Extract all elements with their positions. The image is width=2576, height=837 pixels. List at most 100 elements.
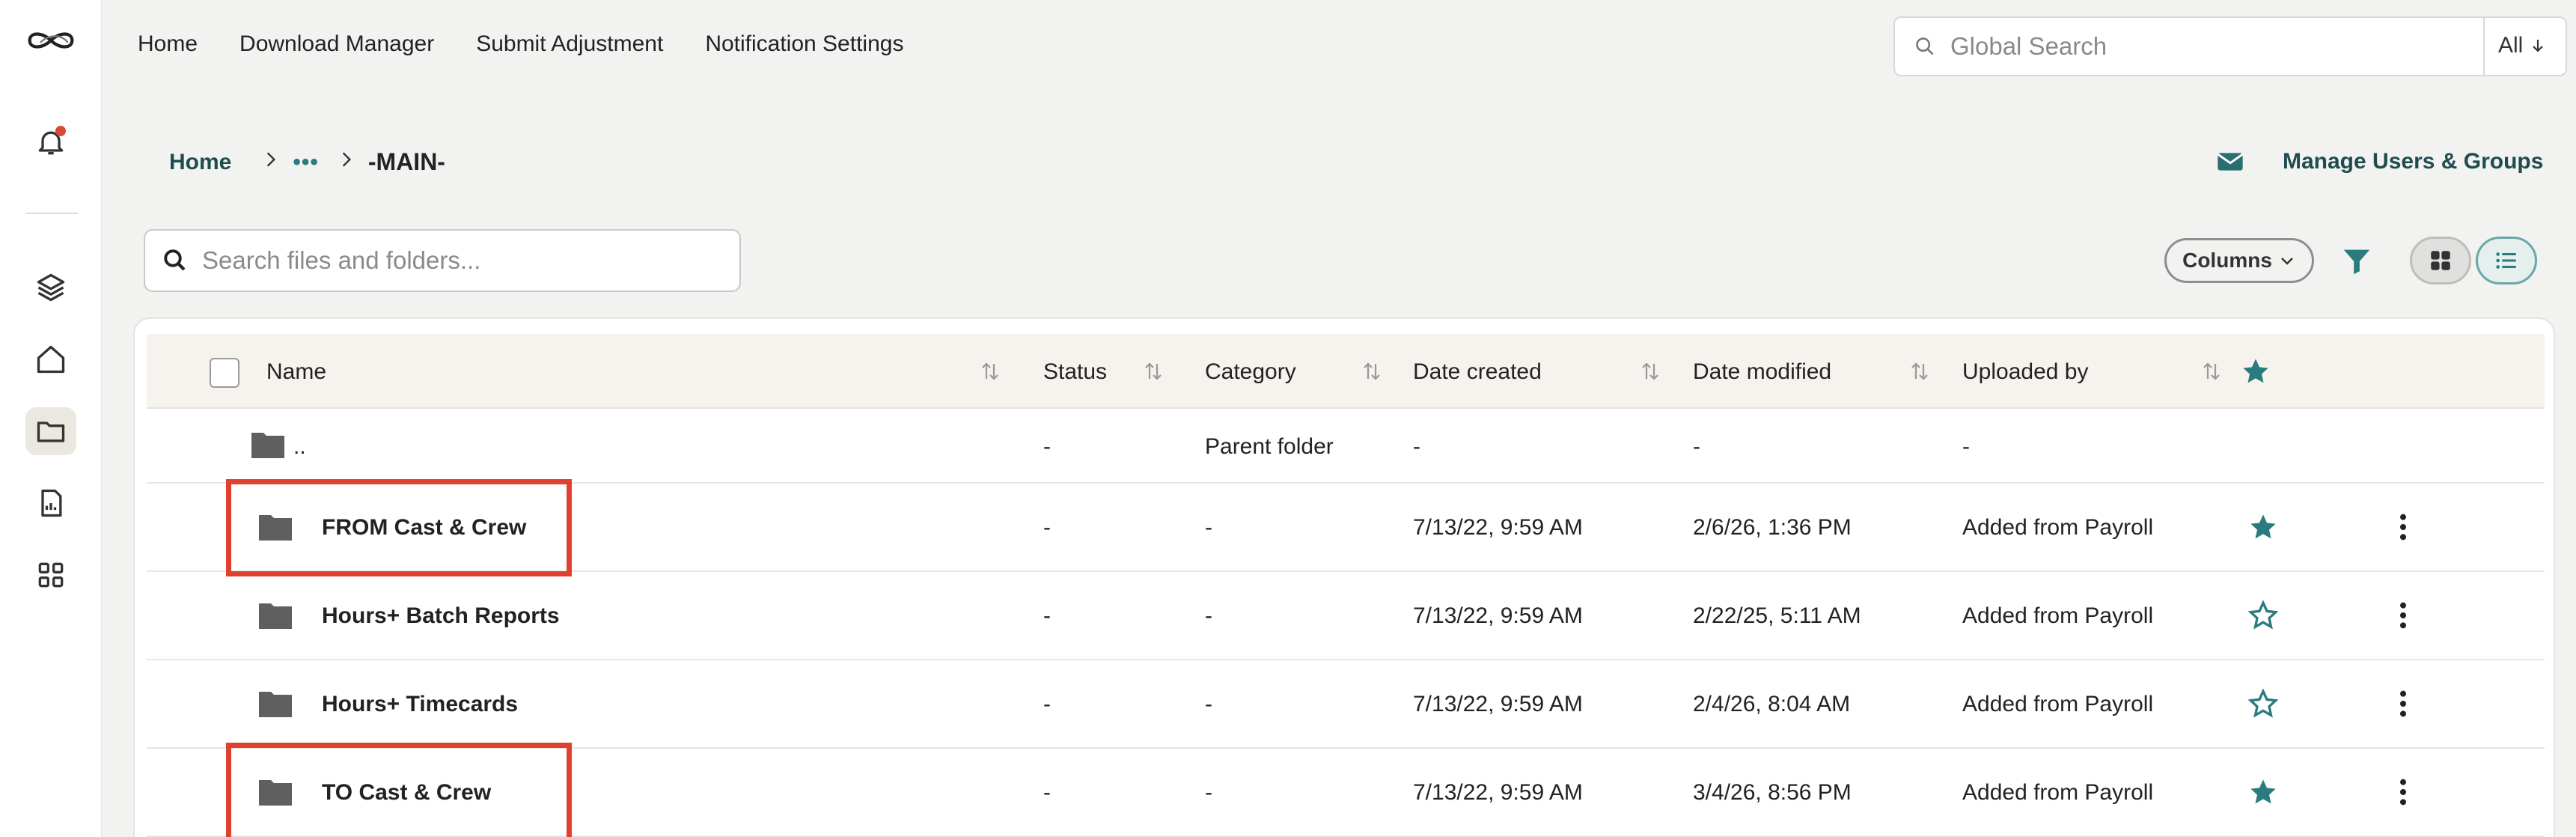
row-date-modified: 2/4/26, 8:04 AM	[1693, 692, 1851, 716]
breadcrumb-current: -MAIN-	[367, 148, 445, 175]
folder-icon	[251, 433, 284, 458]
star-filled-icon[interactable]	[2241, 356, 2271, 386]
sort-icon[interactable]	[1639, 359, 1661, 383]
column-header-category[interactable]: Category	[1205, 359, 1296, 385]
star-filled-icon[interactable]	[2248, 777, 2278, 807]
column-header-name[interactable]: Name	[266, 359, 326, 385]
apps-grid-icon[interactable]	[25, 551, 76, 599]
chevron-right-icon	[337, 150, 356, 175]
column-header-date-modified[interactable]: Date modified	[1693, 359, 1831, 385]
star-filled-icon[interactable]	[2248, 512, 2278, 542]
row-name[interactable]: Hours+ Timecards	[322, 692, 518, 717]
list-view-button[interactable]	[2476, 237, 2537, 284]
folder-icon	[259, 603, 292, 629]
row-date-created: 7/13/22, 9:59 AM	[1413, 692, 1583, 716]
row-date-created: 7/13/22, 9:59 AM	[1413, 780, 1583, 805]
row-status: -	[1043, 603, 1051, 628]
row-date-modified: -	[1693, 434, 1700, 459]
row-uploaded-by: Added from Payroll	[1962, 603, 2154, 628]
sort-icon[interactable]	[1908, 359, 1931, 383]
select-all-checkbox[interactable]	[210, 358, 239, 388]
search-icon	[164, 249, 186, 271]
table-row[interactable]: Hours+ Batch Reports - - 7/13/22, 9:59 A…	[147, 572, 2545, 660]
row-uploaded-by: Added from Payroll	[1962, 515, 2154, 540]
manage-users-link[interactable]: Manage Users & Groups	[2215, 147, 2543, 177]
row-category: -	[1205, 515, 1212, 540]
global-search-input[interactable]	[1950, 32, 2459, 61]
file-search	[144, 229, 741, 292]
row-uploaded-by: Added from Payroll	[1962, 780, 2154, 805]
breadcrumb-ellipsis[interactable]: •••	[293, 150, 319, 175]
more-options-icon[interactable]	[2398, 512, 2408, 542]
report-icon[interactable]	[25, 479, 76, 527]
global-search: All	[1893, 16, 2567, 76]
column-header-status[interactable]: Status	[1043, 359, 1107, 385]
search-icon	[1916, 37, 1934, 55]
row-uploaded-by: -	[1962, 434, 1970, 459]
column-header-uploaded-by[interactable]: Uploaded by	[1962, 359, 2088, 385]
list-icon	[2496, 252, 2516, 269]
search-scope-label: All	[2498, 33, 2524, 58]
folder-icon	[259, 692, 292, 717]
table-header: Name Status Category Date created Date m…	[147, 334, 2545, 409]
row-category: Parent folder	[1205, 434, 1334, 459]
chevron-down-icon	[2281, 258, 2293, 265]
sidebar	[0, 0, 102, 837]
table-row-parent[interactable]: .. - Parent folder - - -	[147, 409, 2545, 484]
row-date-modified: 3/4/26, 8:56 PM	[1693, 780, 1852, 805]
highlight-box	[226, 479, 572, 576]
row-status: -	[1043, 434, 1051, 459]
filter-icon[interactable]	[2340, 244, 2374, 279]
bell-icon[interactable]	[25, 118, 76, 166]
row-date-modified: 2/6/26, 1:36 PM	[1693, 515, 1852, 540]
nav-submit-adjustment[interactable]: Submit Adjustment	[476, 31, 663, 57]
sort-icon[interactable]	[1361, 359, 1383, 383]
layers-icon[interactable]	[25, 264, 76, 311]
grid-icon	[2431, 251, 2450, 270]
envelope-icon	[2217, 153, 2244, 171]
arrow-down-icon	[2533, 40, 2544, 52]
row-name: ..	[293, 434, 306, 459]
row-category: -	[1205, 780, 1212, 805]
columns-label: Columns	[2182, 249, 2272, 272]
search-separator	[2483, 18, 2485, 75]
nav-notification-settings[interactable]: Notification Settings	[705, 31, 903, 57]
home-icon[interactable]	[25, 335, 76, 383]
row-name[interactable]: Hours+ Batch Reports	[322, 603, 560, 629]
nav-download-manager[interactable]: Download Manager	[239, 31, 434, 57]
sort-icon[interactable]	[979, 359, 1001, 383]
star-outline-icon[interactable]	[2248, 689, 2278, 719]
search-scope-dropdown[interactable]: All	[2498, 33, 2547, 58]
sort-icon[interactable]	[1142, 359, 1165, 383]
column-header-date-created[interactable]: Date created	[1413, 359, 1542, 385]
table-row[interactable]: Hours+ Timecards - - 7/13/22, 9:59 AM 2/…	[147, 660, 2545, 749]
row-uploaded-by: Added from Payroll	[1962, 692, 2154, 716]
files-table: Name Status Category Date created Date m…	[133, 317, 2555, 837]
top-nav: Home Download Manager Submit Adjustment …	[138, 31, 903, 57]
manage-users-label: Manage Users & Groups	[2283, 149, 2544, 174]
breadcrumb-home[interactable]: Home	[169, 150, 231, 175]
sidebar-divider	[25, 213, 78, 214]
sort-icon[interactable]	[2200, 359, 2223, 383]
chevron-right-icon	[261, 150, 281, 175]
more-options-icon[interactable]	[2398, 600, 2408, 630]
columns-button[interactable]: Columns	[2164, 238, 2314, 283]
nav-home[interactable]: Home	[138, 31, 198, 57]
row-date-modified: 2/22/25, 5:11 AM	[1693, 603, 1861, 628]
row-status: -	[1043, 780, 1051, 805]
folder-nav-icon[interactable]	[25, 407, 76, 455]
file-search-input[interactable]	[202, 246, 726, 275]
breadcrumb: Home ••• -MAIN-	[169, 148, 445, 176]
row-status: -	[1043, 692, 1051, 716]
grid-view-button[interactable]	[2410, 237, 2471, 284]
logo-icon[interactable]	[25, 16, 76, 64]
row-status: -	[1043, 515, 1051, 540]
row-category: -	[1205, 692, 1212, 716]
row-date-created: 7/13/22, 9:59 AM	[1413, 603, 1583, 628]
row-category: -	[1205, 603, 1212, 628]
highlight-box	[226, 743, 572, 837]
row-date-created: -	[1413, 434, 1420, 459]
more-options-icon[interactable]	[2398, 689, 2408, 719]
more-options-icon[interactable]	[2398, 777, 2408, 807]
star-outline-icon[interactable]	[2248, 600, 2278, 630]
